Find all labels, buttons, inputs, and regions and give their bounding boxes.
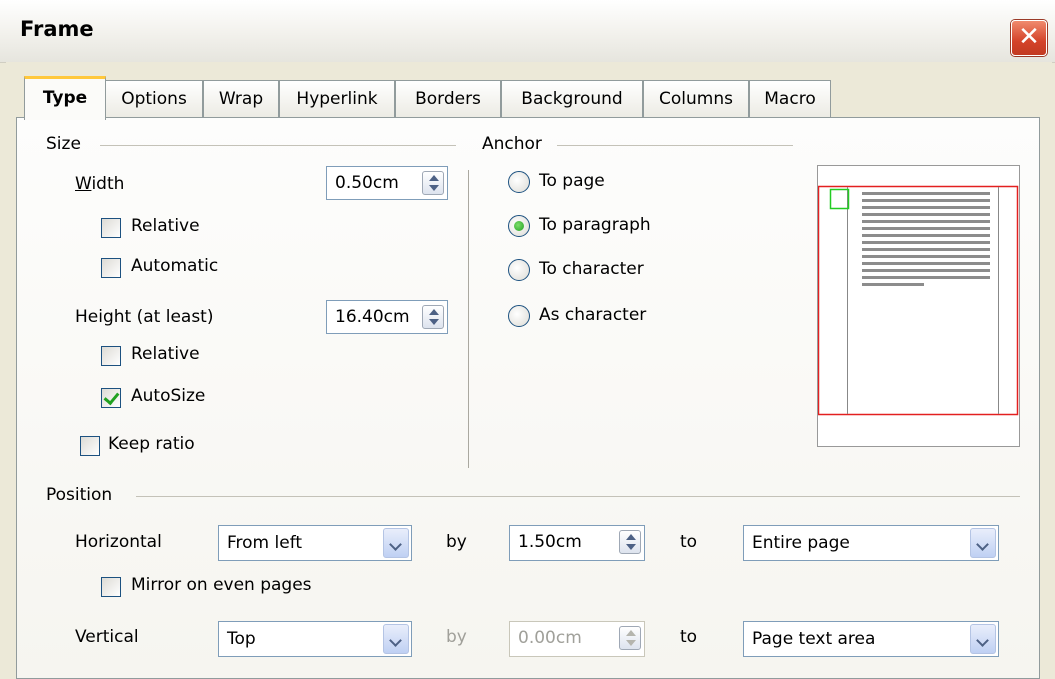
width-value: 0.50cm (335, 173, 399, 193)
horizontal-by-spinner[interactable]: 1.50cm (509, 525, 645, 561)
vertical-to-value: Page text area (752, 629, 876, 649)
autosize-checkbox[interactable] (101, 388, 121, 408)
position-group-label: Position (46, 485, 113, 505)
horizontal-to-value: Entire page (752, 533, 850, 553)
keep-ratio-checkbox[interactable] (80, 436, 100, 456)
preview-graphic (817, 185, 1019, 416)
close-icon: ✕ (1018, 22, 1040, 52)
height-label: Height (at least) (75, 307, 214, 327)
anchor-to-character-label: To character (539, 259, 644, 279)
window-title: Frame (20, 17, 94, 41)
tab-macro[interactable]: Macro (749, 80, 831, 117)
preview-text-lines (862, 192, 990, 286)
size-group-divider (100, 145, 456, 146)
horizontal-by-label: by (446, 532, 467, 552)
height-value: 16.40cm (335, 307, 410, 327)
anchor-to-page-radio[interactable] (508, 171, 530, 193)
anchor-to-paragraph-label: To paragraph (539, 215, 651, 235)
spin-arrows-icon[interactable] (422, 171, 444, 195)
position-group-divider (136, 496, 1020, 497)
horizontal-value: From left (227, 533, 303, 553)
tab-borders[interactable]: Borders (395, 80, 501, 117)
vertical-select[interactable]: Top (218, 621, 412, 657)
tab-columns[interactable]: Columns (643, 80, 749, 117)
width-automatic-label: Automatic (131, 256, 219, 276)
width-relative-checkbox[interactable] (101, 218, 121, 238)
chevron-down-icon[interactable] (383, 624, 409, 654)
tab-wrap[interactable]: Wrap (203, 80, 279, 117)
vertical-by-spinner: 0.00cm (509, 621, 645, 657)
height-relative-label: Relative (131, 344, 200, 364)
group-separator (468, 170, 469, 468)
horizontal-select[interactable]: From left (218, 525, 412, 561)
spin-arrows-icon[interactable] (619, 530, 641, 554)
close-button[interactable]: ✕ (1011, 20, 1047, 56)
vertical-label: Vertical (75, 627, 139, 647)
height-spinner[interactable]: 16.40cm (326, 300, 448, 334)
keep-ratio-label: Keep ratio (108, 434, 195, 454)
title-bar: Frame ✕ (0, 0, 1055, 63)
autosize-label: AutoSize (131, 386, 206, 406)
mirror-label: Mirror on even pages (131, 575, 312, 595)
width-automatic-checkbox[interactable] (101, 258, 121, 278)
anchor-to-page-label: To page (539, 171, 605, 191)
width-spinner[interactable]: 0.50cm (326, 166, 448, 200)
vertical-by-value: 0.00cm (518, 628, 582, 648)
chevron-down-icon[interactable] (383, 528, 409, 558)
horizontal-to-select[interactable]: Entire page (743, 525, 999, 561)
height-relative-checkbox[interactable] (101, 346, 121, 366)
chevron-down-icon[interactable] (970, 528, 996, 558)
width-relative-label: Relative (131, 216, 200, 236)
horizontal-label: Horizontal (75, 532, 162, 552)
horizontal-to-label: to (680, 532, 698, 552)
mirror-checkbox[interactable] (101, 577, 121, 597)
vertical-to-label: to (680, 627, 698, 647)
vertical-value: Top (227, 629, 256, 649)
anchor-to-paragraph-radio[interactable] (508, 215, 530, 237)
frame-preview (817, 165, 1020, 447)
size-group-label: Size (46, 134, 81, 154)
spin-arrows-icon (619, 626, 641, 650)
tab-type[interactable]: Type (24, 76, 106, 120)
width-label: Width (75, 174, 125, 194)
tab-options[interactable]: Options (105, 80, 203, 117)
anchor-as-character-radio[interactable] (508, 305, 530, 327)
spin-arrows-icon[interactable] (422, 305, 444, 329)
vertical-to-select[interactable]: Page text area (743, 621, 999, 657)
tab-hyperlink[interactable]: Hyperlink (279, 80, 395, 117)
horizontal-by-value: 1.50cm (518, 532, 582, 552)
tab-background[interactable]: Background (501, 80, 643, 117)
anchor-group-divider (557, 145, 793, 146)
chevron-down-icon[interactable] (970, 624, 996, 654)
anchor-to-character-radio[interactable] (508, 259, 530, 281)
anchor-group-label: Anchor (482, 134, 542, 154)
anchor-as-character-label: As character (539, 305, 647, 325)
vertical-by-label: by (446, 627, 467, 647)
preview-frame-marker (829, 188, 850, 210)
